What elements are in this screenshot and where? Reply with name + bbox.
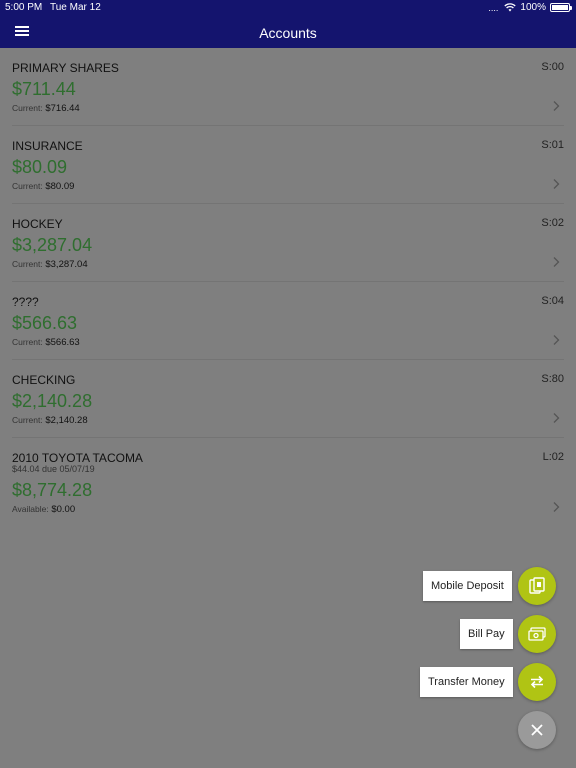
account-name: 2010 TOYOTA TACOMA [12, 451, 143, 465]
current-label: Current: [12, 103, 43, 113]
account-id: S:80 [541, 373, 564, 385]
check-deposit-icon [529, 577, 545, 594]
transfer-money-label[interactable]: Transfer Money [420, 667, 513, 697]
mobile-deposit-button[interactable] [518, 567, 556, 605]
mobile-deposit-label[interactable]: Mobile Deposit [423, 571, 512, 601]
current-value: $2,140.28 [45, 415, 88, 426]
account-current: Current: $80.09 [12, 181, 74, 192]
account-balance: $3,287.04 [12, 235, 93, 255]
status-date: Tue Mar 12 [50, 2, 101, 13]
page-title: Accounts [259, 25, 317, 41]
transfer-money-button[interactable] [518, 663, 556, 701]
current-value: $566.63 [45, 337, 80, 348]
chevron-right-icon [553, 502, 560, 512]
account-name: INSURANCE [12, 139, 83, 153]
battery-percent: 100% [520, 2, 546, 13]
chevron-right-icon [553, 101, 560, 111]
close-icon [531, 724, 543, 736]
account-balance: $566.63 [12, 313, 78, 333]
account-balance: $80.09 [12, 157, 68, 177]
chevron-right-icon [553, 179, 560, 189]
current-value: $3,287.04 [45, 259, 88, 270]
status-bar: 5:00 PM Tue Mar 12 .... 100% [0, 0, 576, 16]
account-id: S:02 [541, 217, 564, 229]
wifi-icon [504, 3, 517, 12]
chevron-right-icon [553, 335, 560, 345]
account-list: PRIMARY SHARES S:00 $711.44 Current: $71… [0, 48, 576, 528]
account-current: Current: $3,287.04 [12, 259, 88, 270]
transfer-arrows-icon [530, 675, 544, 689]
loan-due-text: $44.04 due 05/07/19 [12, 464, 95, 474]
current-value: $80.09 [45, 181, 75, 192]
available-label: Available: [12, 504, 49, 514]
battery-level [552, 5, 568, 10]
account-balance: $711.44 [12, 79, 76, 99]
account-name: CHECKING [12, 373, 76, 387]
current-label: Current: [12, 415, 43, 425]
current-label: Current: [12, 259, 43, 269]
account-id: S:04 [541, 295, 564, 307]
account-balance: $8,774.28 [12, 480, 93, 500]
account-row[interactable]: ???? S:04 $566.63 Current: $566.63 [12, 282, 564, 360]
account-available: Available: $0.00 [12, 504, 75, 515]
account-name: PRIMARY SHARES [12, 61, 119, 75]
account-id: S:00 [541, 61, 564, 73]
chevron-right-icon [553, 413, 560, 423]
available-value: $0.00 [51, 504, 76, 515]
account-name: ???? [12, 295, 39, 309]
account-row[interactable]: INSURANCE S:01 $80.09 Current: $80.09 [12, 126, 564, 204]
account-id: L:02 [542, 451, 564, 463]
account-balance: $2,140.28 [12, 391, 93, 411]
status-indicators: .... 100% [488, 2, 572, 13]
current-label: Current: [12, 337, 43, 347]
status-time: 5:00 PM [5, 2, 43, 13]
account-row[interactable]: 2010 TOYOTA TACOMA L:02 $44.04 due 05/07… [12, 438, 564, 528]
battery-icon [550, 3, 572, 12]
close-menu-button[interactable] [518, 711, 556, 749]
current-value: $716.44 [45, 103, 80, 114]
account-name: HOCKEY [12, 217, 63, 231]
money-icon [528, 627, 546, 641]
account-current: Current: $716.44 [12, 103, 80, 114]
cellular-signal-icon: .... [488, 2, 499, 13]
account-row[interactable]: PRIMARY SHARES S:00 $711.44 Current: $71… [12, 48, 564, 126]
current-label: Current: [12, 181, 43, 191]
bill-pay-label[interactable]: Bill Pay [460, 619, 513, 649]
nav-bar: Accounts [0, 16, 576, 48]
bill-pay-button[interactable] [518, 615, 556, 653]
account-id: S:01 [541, 139, 564, 151]
account-current: Current: $2,140.28 [12, 415, 88, 426]
account-current: Current: $566.63 [12, 337, 80, 348]
chevron-right-icon [553, 257, 560, 267]
account-row[interactable]: HOCKEY S:02 $3,287.04 Current: $3,287.04 [12, 204, 564, 282]
account-row[interactable]: CHECKING S:80 $2,140.28 Current: $2,140.… [12, 360, 564, 438]
